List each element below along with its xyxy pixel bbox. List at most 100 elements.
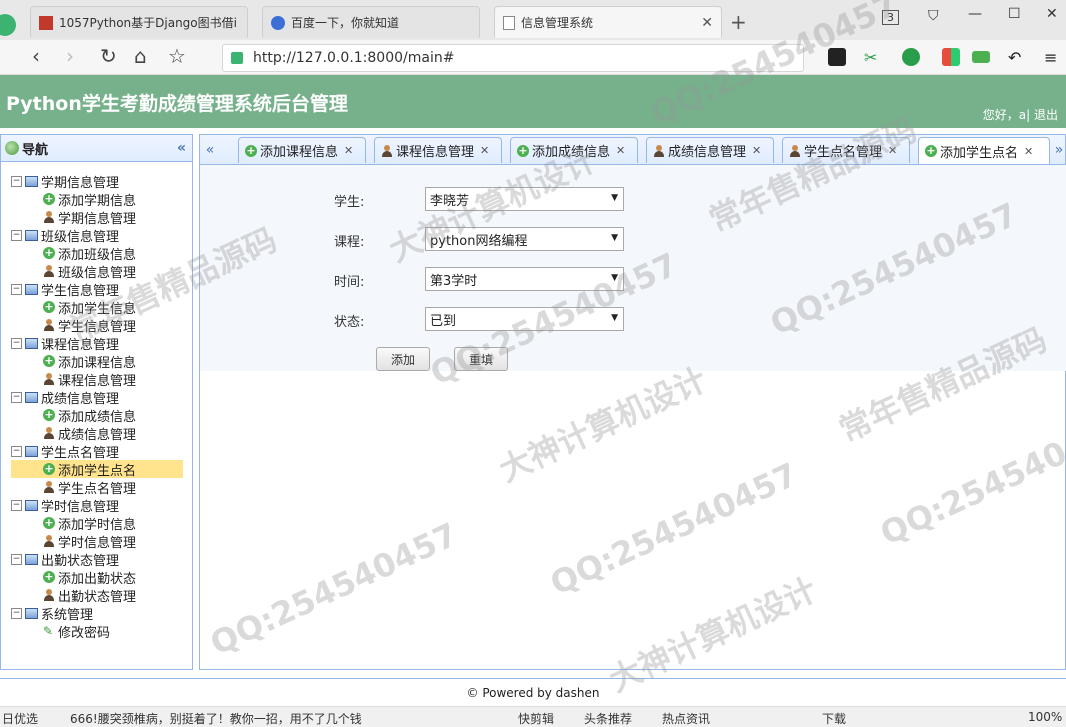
collapse-left-icon[interactable]: « <box>177 140 186 156</box>
nav-item-rollcall-manage[interactable]: 学生点名管理 <box>1 478 192 497</box>
collapse-minus-icon[interactable]: − <box>11 607 22 619</box>
nav-item-label: 添加学时信息 <box>58 517 137 533</box>
reload-icon[interactable]: ↻ <box>100 44 117 68</box>
nav-item-add-rollcall[interactable]: + 添加学生点名 <box>11 460 183 479</box>
reset-button[interactable]: 重填 <box>454 347 508 371</box>
nav-group-course[interactable]: − 课程信息管理 <box>1 334 192 353</box>
nav-item-score-manage[interactable]: 成绩信息管理 <box>1 424 192 443</box>
scroll-left-icon[interactable]: « <box>202 137 218 163</box>
status-select[interactable]: 已到 ▼ <box>425 307 624 331</box>
nav-item-course-manage[interactable]: 课程信息管理 <box>1 370 192 389</box>
tab-close-icon[interactable]: ✕ <box>344 144 353 157</box>
nav-group-label: 课程信息管理 <box>41 337 120 353</box>
bookmark-star-icon[interactable]: ☆ <box>168 44 186 68</box>
nav-item-add-student[interactable]: + 添加学生信息 <box>1 298 192 317</box>
collapse-minus-icon[interactable]: − <box>11 229 22 241</box>
shirt-icon[interactable]: ⛉ <box>928 8 939 24</box>
nav-group-term[interactable]: − 学期信息管理 <box>1 172 192 191</box>
time-select[interactable]: 第3学时 ▼ <box>425 267 624 291</box>
nav-item-add-period[interactable]: + 添加学时信息 <box>1 514 192 533</box>
student-select[interactable]: 李晓芳 ▼ <box>425 187 624 211</box>
tab-add-course[interactable]: + 添加课程信息 ✕ <box>238 137 366 163</box>
new-tab-icon[interactable]: + <box>730 10 747 34</box>
add-rollcall-form: 学生: 李晓芳 ▼ 课程: python网络编程 ▼ 时间: 第3学时 ▼ 状态… <box>200 165 1066 371</box>
collapse-minus-icon[interactable]: − <box>11 283 22 295</box>
forward-icon[interactable]: › <box>66 44 74 68</box>
minimize-icon[interactable]: — <box>968 6 982 22</box>
scissors-icon[interactable]: ✂ <box>864 48 882 67</box>
tab-close-icon[interactable]: ✕ <box>752 144 761 157</box>
collapse-minus-icon[interactable]: − <box>11 337 22 349</box>
nav-item-add-score[interactable]: + 添加成绩信息 <box>1 406 192 425</box>
tab-count-badge[interactable]: 3 <box>882 10 899 25</box>
nav-item-label: 修改密码 <box>58 625 111 641</box>
download-item[interactable]: 下载 <box>822 710 846 727</box>
zoom-level[interactable]: 100% <box>1028 710 1062 724</box>
nav-item-class-manage[interactable]: 班级信息管理 <box>1 262 192 281</box>
tab-close-icon[interactable]: ✕ <box>616 144 625 157</box>
nav-item-label: 添加学生点名 <box>58 463 137 479</box>
nav-group-label: 学期信息管理 <box>41 175 120 191</box>
nav-group-attendance[interactable]: − 出勤状态管理 <box>1 550 192 569</box>
collapse-minus-icon[interactable]: − <box>11 391 22 403</box>
nav-item-add-class[interactable]: + 添加班级信息 <box>1 244 192 263</box>
nav-item-add-course[interactable]: + 添加课程信息 <box>1 352 192 371</box>
tab-rollcall-manage[interactable]: 学生点名管理 ✕ <box>782 137 910 163</box>
nav-group-student[interactable]: − 学生信息管理 <box>1 280 192 299</box>
nav-item-term-manage[interactable]: 学期信息管理 <box>1 208 192 227</box>
status-item[interactable]: 日优选 <box>2 710 38 727</box>
translate-icon[interactable] <box>902 48 920 66</box>
nav-item-attendance-manage[interactable]: 出勤状态管理 <box>1 586 192 605</box>
hot-news-item[interactable]: 热点资讯 <box>662 710 710 727</box>
nav-item-change-password[interactable]: ✎ 修改密码 <box>1 622 192 641</box>
tab-add-rollcall[interactable]: + 添加学生点名 ✕ <box>918 137 1050 164</box>
news-ticker[interactable]: 666!腰突颈椎病，别挺着了！教你一招，用不了几个钱 <box>70 710 362 727</box>
nav-item-add-attendance[interactable]: + 添加出勤状态 <box>1 568 192 587</box>
browser-tab-3[interactable]: 信息管理系统 ✕ <box>494 6 722 38</box>
menu-icon[interactable]: ≡ <box>1044 48 1062 67</box>
nav-group-system[interactable]: − 系统管理 <box>1 604 192 623</box>
close-tab-icon[interactable]: ✕ <box>701 15 713 31</box>
tab-close-icon[interactable]: ✕ <box>480 144 489 157</box>
browser-tab-2[interactable]: 百度一下，你就知道 <box>262 6 480 38</box>
quick-cut-item[interactable]: 快剪辑 <box>518 710 554 727</box>
nav-header: 导航 « <box>1 135 192 162</box>
nav-globe-icon <box>5 141 19 155</box>
collapse-minus-icon[interactable]: − <box>11 499 22 511</box>
tab-course-manage[interactable]: 课程信息管理 ✕ <box>374 137 502 163</box>
tab-close-icon[interactable]: ✕ <box>888 144 897 157</box>
nav-group-score[interactable]: − 成绩信息管理 <box>1 388 192 407</box>
course-select[interactable]: python网络编程 ▼ <box>425 227 624 251</box>
collapse-minus-icon[interactable]: − <box>11 445 22 457</box>
nav-item-student-manage[interactable]: 学生信息管理 <box>1 316 192 335</box>
add-icon: + <box>43 570 55 583</box>
nav-title: 导航 <box>22 142 49 158</box>
collapse-minus-icon[interactable]: − <box>11 553 22 565</box>
nav-item-period-manage[interactable]: 学时信息管理 <box>1 532 192 551</box>
nav-group-class[interactable]: − 班级信息管理 <box>1 226 192 245</box>
window-close-icon[interactable]: ✕ <box>1046 6 1058 22</box>
address-bar[interactable]: http://127.0.0.1:8000/main# <box>222 44 804 72</box>
headline-item[interactable]: 头条推荐 <box>584 710 632 727</box>
nav-item-label: 班级信息管理 <box>58 265 137 281</box>
nav-group-rollcall[interactable]: − 学生点名管理 <box>1 442 192 461</box>
tab-add-score[interactable]: + 添加成绩信息 ✕ <box>510 137 638 163</box>
add-icon: + <box>925 144 937 157</box>
add-button[interactable]: 添加 <box>376 347 430 371</box>
browser-tab-1[interactable]: 1057Python基于Django图书借i <box>30 6 248 38</box>
tab-score-manage[interactable]: 成绩信息管理 ✕ <box>646 137 774 163</box>
scroll-right-icon[interactable]: » <box>1051 137 1066 163</box>
user-icon <box>381 144 393 157</box>
tab-close-icon[interactable]: ✕ <box>1024 145 1033 158</box>
nav-group-period[interactable]: − 学时信息管理 <box>1 496 192 515</box>
battery-icon[interactable] <box>972 51 990 63</box>
back-icon[interactable]: ‹ <box>32 44 40 68</box>
undo-icon[interactable]: ↶ <box>1008 48 1026 67</box>
home-icon[interactable]: ⌂ <box>134 44 147 68</box>
apps-icon[interactable] <box>942 48 960 66</box>
nav-item-add-term[interactable]: + 添加学期信息 <box>1 190 192 209</box>
collapse-minus-icon[interactable]: − <box>11 175 22 187</box>
maximize-icon[interactable]: ☐ <box>1008 6 1021 22</box>
user-greeting[interactable]: 您好，a| 退出 <box>983 106 1058 123</box>
extension-icon[interactable] <box>828 48 846 66</box>
